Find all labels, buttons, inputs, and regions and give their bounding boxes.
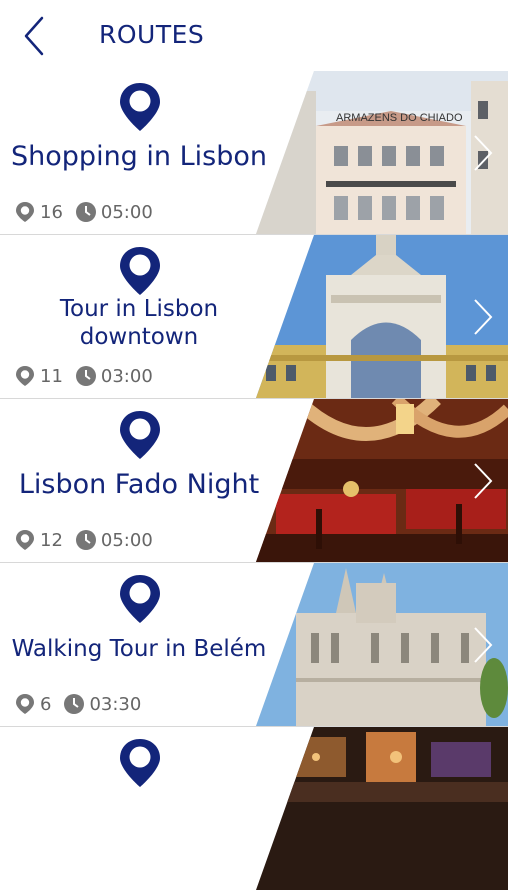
route-item-walking-tour-in-belem[interactable]: Walking Tour in Belém 6 03:30 (0, 563, 508, 727)
route-item-lisbon-fado-night[interactable]: Lisbon Fado Night 12 05:00 (0, 399, 508, 563)
route-item-partial[interactable] (0, 727, 508, 890)
map-pin-icon (120, 411, 160, 459)
points-count: 16 (40, 201, 63, 223)
points-count: 11 (40, 365, 63, 387)
store-sign: ARMAZENS DO CHIADO (336, 112, 463, 124)
chevron-right-icon (474, 627, 493, 663)
back-button[interactable] (18, 14, 50, 58)
route-title: Lisbon Fado Night (18, 469, 260, 500)
route-stats: 12 05:00 (14, 527, 165, 553)
route-title: Shopping in Lisbon (11, 141, 267, 172)
clock-icon (64, 694, 85, 714)
route-photo (256, 235, 508, 398)
clock-icon (75, 530, 96, 550)
map-pin-icon (120, 575, 160, 623)
map-pin-icon (120, 247, 160, 295)
chevron-right-icon (474, 135, 493, 171)
route-stats: 11 03:00 (14, 363, 165, 389)
location-icon (16, 694, 34, 714)
map-pin-icon (120, 739, 160, 787)
clock-icon (75, 202, 96, 222)
header-bar: ROUTES (0, 0, 508, 70)
duration: 05:00 (100, 529, 153, 551)
route-title: Walking Tour in Belém (11, 636, 267, 662)
route-photo: ARMAZENS DO CHIADO (256, 71, 508, 234)
route-stats: 6 03:30 (14, 691, 153, 717)
map-pin-icon (120, 83, 160, 131)
chevron-left-icon (24, 16, 44, 56)
route-photo (256, 563, 508, 726)
page-title: ROUTES (99, 20, 205, 49)
location-icon (16, 202, 34, 222)
route-item-tour-in-lisbon-downtown[interactable]: Tour in Lisbon downtown 11 03:00 (0, 235, 508, 399)
duration: 03:30 (89, 693, 142, 715)
location-icon (16, 366, 34, 386)
chevron-right-icon (474, 463, 493, 499)
location-icon (16, 530, 34, 550)
route-item-shopping-in-lisbon[interactable]: ARMAZENS DO CHIADO Shopping in Lisbon 16… (0, 71, 508, 235)
chevron-right-icon (474, 299, 493, 335)
points-count: 6 (40, 693, 52, 715)
route-stats: 16 05:00 (14, 199, 165, 225)
route-title: Tour in Lisbon downtown (59, 296, 219, 350)
points-count: 12 (40, 529, 63, 551)
duration: 05:00 (100, 201, 153, 223)
duration: 03:00 (100, 365, 153, 387)
route-photo (256, 399, 508, 562)
route-photo (256, 727, 508, 890)
clock-icon (75, 366, 96, 386)
